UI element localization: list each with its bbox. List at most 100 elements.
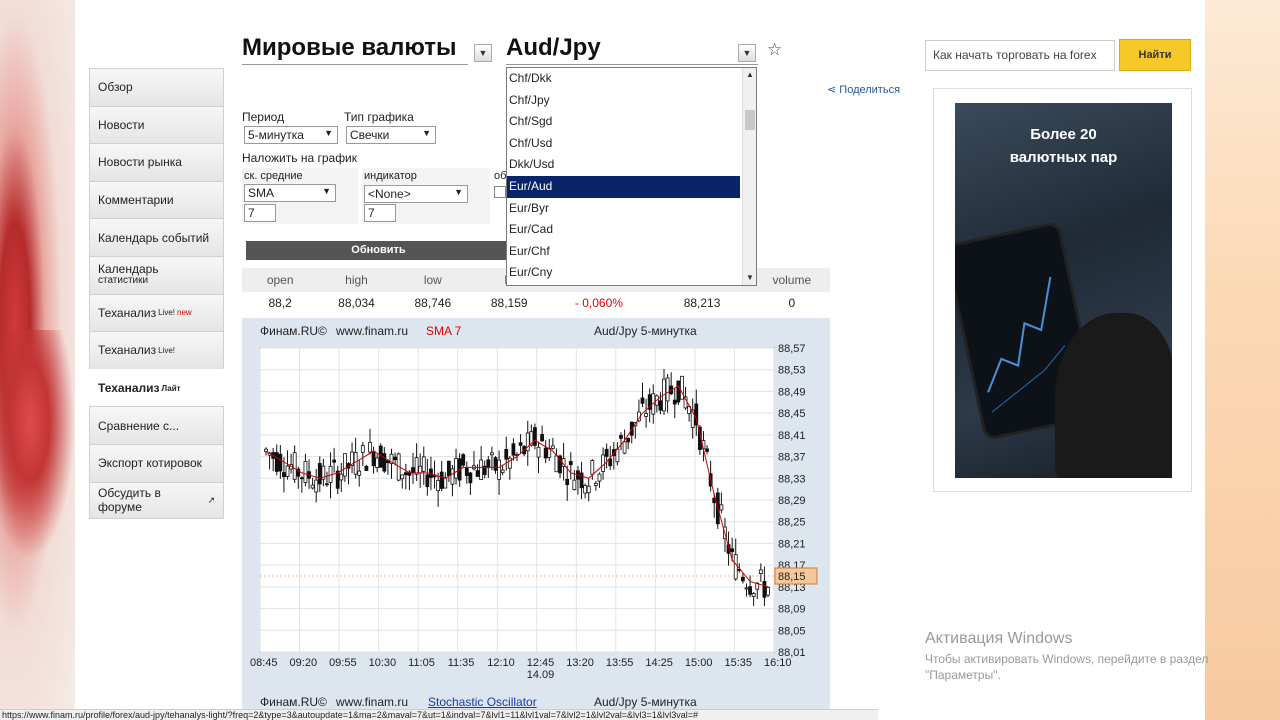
- y-tick-label: 88,57: [778, 343, 806, 355]
- x-tick-label: 09:55: [329, 657, 357, 669]
- dropdown-scrollbar[interactable]: ▲ ▼: [742, 68, 756, 285]
- candle-body: [332, 459, 337, 463]
- dropdown-item[interactable]: Eur/Chf: [507, 241, 740, 263]
- candle-body: [719, 504, 724, 511]
- scroll-up-icon[interactable]: ▲: [743, 68, 756, 82]
- page: Мировые валюты ▼ Aud/Jpy ▼ ☆ Обзор Новос…: [75, 0, 1205, 720]
- candle-body: [493, 457, 498, 471]
- candle-body: [740, 576, 745, 582]
- sidebar-item-techanalysis-lite[interactable]: Теханализ Лайт: [89, 368, 224, 407]
- header-volume: volume: [772, 273, 812, 287]
- share-link[interactable]: ⋖ Поделиться: [827, 83, 900, 96]
- sidebar-item-event-calendar[interactable]: Календарь событий: [89, 218, 224, 256]
- candle-body: [676, 380, 681, 403]
- value-last: 88,159: [490, 296, 528, 310]
- pair-dropdown-list[interactable]: Chf/Dkk Chf/Jpy Chf/Sgd Chf/Usd Dkk/Usd Eur/A…: [506, 67, 757, 286]
- x-tick-label: 15:00: [685, 657, 713, 669]
- candle-body: [540, 433, 545, 442]
- ma-period-input[interactable]: 7: [244, 204, 276, 222]
- scroll-thumb[interactable]: [745, 110, 755, 130]
- x-tick-label: 09:20: [290, 657, 318, 669]
- y-tick-label: 88,33: [778, 473, 806, 485]
- candle-body: [454, 458, 458, 479]
- candle-body: [475, 470, 480, 477]
- candle-body: [554, 455, 559, 473]
- search-input[interactable]: Как начать торговать на forex: [925, 40, 1115, 71]
- update-button[interactable]: Обновить: [246, 241, 511, 260]
- x-tick-label: 13:55: [606, 657, 634, 669]
- windows-activation-watermark: Активация Windows Чтобы активировать Win…: [925, 630, 1209, 682]
- dropdown-item[interactable]: Chf/Usd: [507, 133, 740, 155]
- candle-body: [403, 472, 408, 476]
- candle-body: [325, 483, 329, 486]
- candle-body: [443, 476, 448, 489]
- y-tick-label: 88,21: [778, 538, 806, 550]
- y-tick-label: 88,09: [778, 604, 806, 616]
- candle-body: [597, 473, 602, 482]
- sidebar-item-stats-calendar[interactable]: Календарь статистики: [89, 255, 224, 294]
- ad-text: Более 20 валютных пар: [1009, 126, 1118, 166]
- sidebar-item-news[interactable]: Новости: [89, 105, 224, 144]
- period-select[interactable]: 5-минутка ▼: [244, 126, 338, 144]
- favorite-star-icon[interactable]: ☆: [767, 40, 782, 60]
- chart-type-select[interactable]: Свечки ▼: [346, 126, 436, 144]
- indicator-period-input[interactable]: 7: [364, 204, 396, 222]
- sidebar-item-compare[interactable]: Сравнение с...: [89, 406, 224, 444]
- pair-underline: [506, 64, 758, 65]
- sidebar-item-techanalysis-live-new[interactable]: Теханализ Live! new: [89, 293, 224, 332]
- candle-body: [593, 482, 598, 486]
- status-bar-url: https://www.finam.ru/profile/forex/aud-j…: [0, 709, 878, 720]
- sidebar-item-comments[interactable]: Комментарии: [89, 180, 224, 219]
- sidebar-item-export[interactable]: Экспорт котировок: [89, 443, 224, 482]
- value-open: 88,2: [268, 296, 292, 310]
- chart-source: Финам.RU©: [260, 324, 327, 338]
- scroll-down-icon[interactable]: ▼: [743, 271, 756, 285]
- value-high: 88,746: [414, 296, 452, 310]
- dropdown-item[interactable]: Chf/Sgd: [507, 111, 740, 133]
- ma-select[interactable]: SMA ▼: [244, 184, 336, 202]
- dropdown-item[interactable]: Chf/Jpy: [507, 90, 740, 112]
- candle-body: [436, 479, 441, 492]
- dropdown-items: Chf/Dkk Chf/Jpy Chf/Sgd Chf/Usd Dkk/Usd Eur/A…: [507, 68, 756, 284]
- chevron-down-icon: ▼: [422, 128, 431, 138]
- x-tick-label: 14:25: [645, 657, 673, 669]
- indicator-select[interactable]: <None> ▼: [364, 185, 468, 203]
- section-title: Мировые валюты: [242, 34, 457, 61]
- ma-label: ск. средние: [244, 170, 303, 182]
- candle-body: [303, 461, 308, 483]
- dropdown-item[interactable]: Eur/Aud: [507, 175, 740, 198]
- y-tick-label: 88,29: [778, 495, 806, 507]
- dropdown-item[interactable]: Eur/Byr: [507, 198, 740, 220]
- chart-site: www.finam.ru: [336, 324, 409, 338]
- x-tick-label: 11:35: [448, 657, 475, 669]
- dropdown-item[interactable]: Dkk/Usd: [507, 154, 740, 176]
- x-tick-label: 12:10: [487, 657, 515, 669]
- sidebar-item-forum[interactable]: Обсудить в форуме ↗: [89, 481, 224, 520]
- dropdown-item[interactable]: Eur/Cad: [507, 219, 740, 241]
- x-tick-label: 13:20: [566, 657, 594, 669]
- section-dropdown-button[interactable]: ▼: [474, 44, 492, 62]
- volume-checkbox[interactable]: [494, 186, 506, 198]
- ad-banner[interactable]: Более 20 валютных пар: [955, 103, 1172, 478]
- dropdown-item[interactable]: Eur/Cny: [507, 262, 740, 284]
- background-left-accent: [0, 330, 75, 560]
- candle-body: [665, 377, 670, 402]
- candle-body: [644, 413, 648, 417]
- chevron-down-icon: ▼: [322, 186, 331, 196]
- header-open: open: [266, 273, 294, 287]
- candle-body: [450, 468, 455, 485]
- sidebar-item-market-news[interactable]: Новости рынка: [89, 143, 224, 181]
- candle-body: [762, 581, 767, 598]
- candle-body: [604, 448, 609, 457]
- x-tick-label: 10:30: [369, 657, 397, 669]
- candle-body: [583, 485, 588, 494]
- sidebar-item-overview[interactable]: Обзор: [89, 68, 224, 106]
- search-button[interactable]: Найти: [1119, 39, 1191, 71]
- dropdown-item[interactable]: Chf/Dkk: [507, 68, 740, 90]
- candle-body: [382, 453, 387, 472]
- candle-body: [461, 454, 466, 466]
- pair-dropdown-button[interactable]: ▼: [738, 44, 756, 62]
- candle-body: [486, 459, 491, 469]
- sidebar-item-techanalysis-live[interactable]: Теханализ Live!: [89, 331, 224, 369]
- candle-body: [680, 375, 684, 400]
